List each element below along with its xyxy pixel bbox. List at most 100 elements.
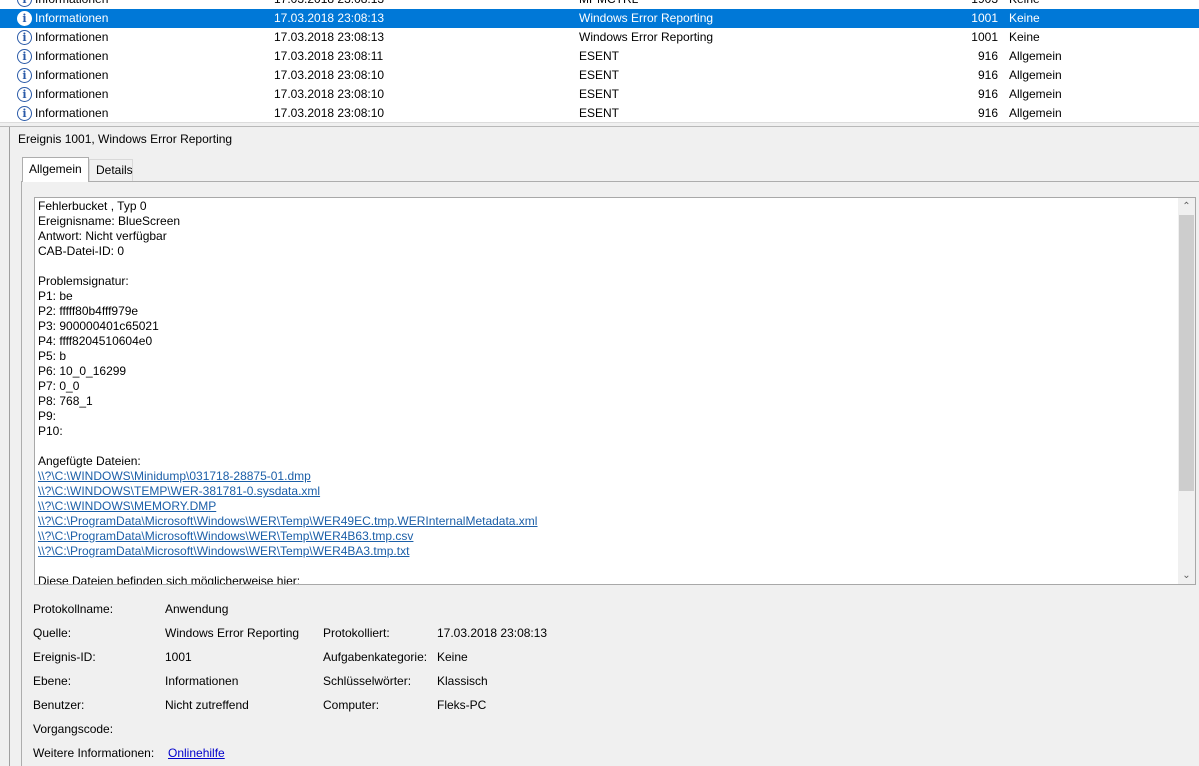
info-icon: i [17,87,32,102]
level-label: Ebene: [33,674,72,688]
event-level: Informationen [35,49,109,63]
event-level: Informationen [35,11,109,25]
description-line: P10: [38,424,63,438]
info-icon: i [17,11,32,26]
event-id: 916 [977,68,998,82]
event-row[interactable]: i Informationen 17.03.2018 23:08:10 ESENT 91… [0,85,1199,104]
description-line: Problemsignatur: [38,274,129,288]
task-category-label: Aufgabenkategorie: [323,650,428,664]
scroll-up-icon[interactable]: ⌃ [1178,198,1195,215]
event-id: 1001 [971,30,998,44]
attached-file-link[interactable]: \\?\C:\WINDOWS\TEMP\WER-381781-0.sysdata… [38,484,320,498]
detail-title: Ereignis 1001, Windows Error Reporting [18,132,233,146]
event-date: 17.03.2018 23:08:13 [274,30,385,44]
event-level: Informationen [35,87,109,101]
event-id: 1903 [940,0,998,9]
event-description-box[interactable]: Fehlerbucket , Typ 0 Ereignisname: BlueSc… [34,197,1196,585]
attached-file-row: \\?\C:\ProgramData\Microsoft\Windows\WER… [38,514,1178,529]
event-source: ESENT [579,87,620,101]
attached-file-row: \\?\C:\WINDOWS\MEMORY.DMP [38,499,1178,514]
more-info-label: Weitere Informationen: [33,746,155,760]
description-line: P2: fffff80b4fff979e [38,304,139,318]
attached-file-link[interactable]: \\?\C:\WINDOWS\Minidump\031718-28875-01.… [38,469,311,483]
attached-file-link[interactable]: \\?\C:\ProgramData\Microsoft\Windows\WER… [38,529,413,543]
event-list[interactable]: iInformationen17.03.2018 23:08:13MPMCTRL… [0,0,1199,123]
event-date: 17.03.2018 23:08:11 [274,49,384,63]
event-description-text: Fehlerbucket , Typ 0 Ereignisname: BlueSc… [38,199,1178,585]
event-row[interactable]: i Informationen 17.03.2018 23:08:13 Windows… [0,9,1199,28]
event-date: 17.03.2018 23:08:10 [274,106,385,120]
description-line: Antwort: Nicht verfügbar [38,229,167,243]
event-source: MPMCTRL [579,0,638,9]
task-category-value: Keine [437,650,468,664]
description-line: P3: 900000401c65021 [38,319,159,333]
log-name-label: Protokollname: [33,602,114,616]
event-source: ESENT [579,49,620,63]
description-line: P8: 768_1 [38,394,93,408]
attached-file-link[interactable]: \\?\C:\ProgramData\Microsoft\Windows\WER… [38,544,409,558]
event-row[interactable]: i Informationen 17.03.2018 23:08:10 ESENT 91… [0,104,1199,122]
info-icon: i [17,0,32,7]
online-help-link[interactable]: Onlinehilfe [168,746,225,760]
keywords-value: Klassisch [437,674,488,688]
event-id: 916 [977,87,998,101]
description-scrollbar[interactable]: ⌃ ⌄ [1178,198,1195,584]
event-date: 17.03.2018 23:08:10 [274,87,385,101]
description-line: Ereignisname: BlueScreen [38,214,181,228]
pane-left-border [9,127,10,766]
event-row[interactable]: iInformationen 17.03.2018 23:08:13 MPMCTRL… [0,0,1199,9]
event-row[interactable]: i Informationen 17.03.2018 23:08:11 ESENT 91… [0,47,1199,66]
user-value: Nicht zutreffend [165,698,249,712]
event-category: Keine [1009,0,1040,9]
attached-file-row: \\?\C:\WINDOWS\TEMP\WER-381781-0.sysdata… [38,484,1178,499]
info-icon: i [17,106,32,121]
info-icon: i [17,30,32,45]
event-category: Keine [1009,11,1040,25]
description-line: P9: [38,409,57,423]
event-category: Allgemein [1009,87,1062,101]
event-rows: iInformationen17.03.2018 23:08:13MPMCTRL… [0,0,1199,122]
attached-file-link[interactable]: \\?\C:\WINDOWS\MEMORY.DMP [38,499,216,513]
keywords-label: Schlüsselwörter: [323,674,412,688]
event-date: 17.03.2018 23:08:13 [274,11,385,25]
event-category: Allgemein [1009,106,1062,120]
opcode-label: Vorgangscode: [33,722,114,736]
attached-file-link[interactable]: \\?\C:\ProgramData\Microsoft\Windows\WER… [38,514,537,528]
info-icon: i [17,49,32,64]
scroll-thumb[interactable] [1179,215,1194,491]
computer-value: Fleks-PC [437,698,487,712]
description-line: CAB-Datei-ID: 0 [38,244,125,258]
tab-general[interactable]: Allgemein [22,157,89,182]
event-id-value: 1001 [165,650,192,664]
description-line: P4: ffff8204510604e0 [38,334,153,348]
info-icon: i [17,68,32,83]
event-date: 17.03.2018 23:08:10 [274,68,385,82]
attached-file-row: \\?\C:\WINDOWS\Minidump\031718-28875-01.… [38,469,1178,484]
attached-file-row: \\?\C:\ProgramData\Microsoft\Windows\WER… [38,529,1178,544]
event-category: Allgemein [1009,49,1062,63]
event-source: Windows Error Reporting [579,11,714,25]
event-level: Informationen [35,68,109,82]
description-line [38,259,1178,274]
user-label: Benutzer: [33,698,85,712]
event-id: 1001 [971,11,998,25]
scroll-down-icon[interactable]: ⌄ [1178,567,1195,584]
logged-label: Protokolliert: [323,626,390,640]
description-line: P1: be [38,289,73,303]
description-line: P5: b [38,349,67,363]
source-label: Quelle: [33,626,72,640]
description-line [38,439,1178,454]
description-line: Diese Dateien befinden sich möglicherwei… [38,574,301,585]
tab-details[interactable]: Details [89,159,133,181]
description-line: Angefügte Dateien: [38,454,141,468]
event-id: 916 [977,49,998,63]
event-category: Keine [1009,30,1040,44]
computer-label: Computer: [323,698,380,712]
pane-splitter[interactable] [0,123,1199,127]
event-level: Informationen [35,0,108,9]
source-value: Windows Error Reporting [165,626,300,640]
event-source: Windows Error Reporting [579,30,714,44]
event-row[interactable]: i Informationen 17.03.2018 23:08:10 ESENT 91… [0,66,1199,85]
event-row[interactable]: i Informationen 17.03.2018 23:08:13 Windows… [0,28,1199,47]
